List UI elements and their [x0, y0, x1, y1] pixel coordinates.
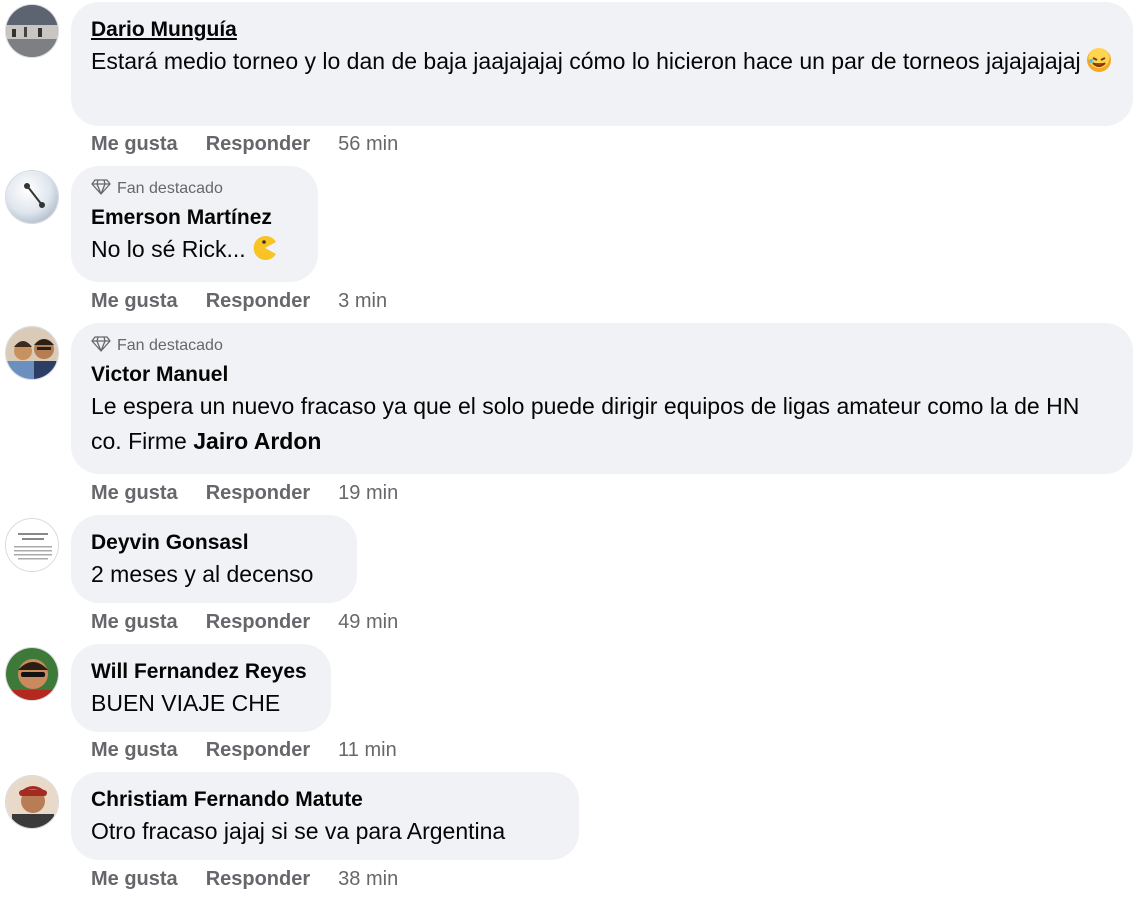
like-button[interactable]: Me gusta — [91, 482, 178, 505]
comment-bubble: Christiam Fernando Matute Otro fracaso j… — [71, 772, 579, 860]
comment-actions: Me gusta Responder 56 min — [91, 130, 398, 158]
comment-text: 2 meses y al decenso — [91, 561, 314, 587]
comment-author[interactable]: Deyvin Gonsasl — [91, 529, 337, 557]
comment-time[interactable]: 3 min — [338, 290, 387, 313]
comment-bubble: Dario Munguía Estará medio torneo y lo d… — [71, 2, 1133, 126]
comment-author[interactable]: Will Fernandez Reyes — [91, 658, 311, 686]
avatar[interactable] — [5, 170, 59, 224]
comment-text: Otro fracaso jajaj si se va para Argenti… — [91, 818, 506, 844]
reply-button[interactable]: Responder — [206, 133, 310, 156]
avatar[interactable] — [5, 518, 59, 572]
top-fan-label: Fan destacado — [117, 337, 223, 354]
top-fan-label: Fan destacado — [117, 180, 223, 197]
comment-text: Le espera un nuevo fracaso ya que el sol… — [91, 393, 1080, 454]
comment-time[interactable]: 56 min — [338, 133, 398, 156]
comment-bubble: Deyvin Gonsasl 2 meses y al decenso — [71, 515, 357, 603]
comment-bubble: Fan destacado Emerson Martínez No lo sé … — [71, 166, 318, 282]
comment-actions: Me gusta Responder 3 min — [91, 287, 387, 315]
comment-author[interactable]: Emerson Martínez — [91, 204, 298, 232]
diamond-icon — [91, 178, 111, 200]
comment-author[interactable]: Victor Manuel — [91, 361, 1113, 389]
like-button[interactable]: Me gusta — [91, 611, 178, 634]
like-button[interactable]: Me gusta — [91, 133, 178, 156]
comment-time[interactable]: 19 min — [338, 482, 398, 505]
avatar[interactable] — [5, 775, 59, 829]
reply-button[interactable]: Responder — [206, 868, 310, 891]
diamond-icon — [91, 335, 111, 357]
pacman-emoji — [252, 235, 276, 260]
like-button[interactable]: Me gusta — [91, 290, 178, 313]
comment-text: Estará medio torneo y lo dan de baja jaa… — [91, 44, 1113, 79]
avatar[interactable] — [5, 4, 59, 58]
comment-author[interactable]: Christiam Fernando Matute — [91, 786, 559, 814]
like-button[interactable]: Me gusta — [91, 739, 178, 762]
comment-time[interactable]: 38 min — [338, 868, 398, 891]
reply-button[interactable]: Responder — [206, 739, 310, 762]
comment-text: No lo sé Rick... — [91, 232, 298, 267]
like-button[interactable]: Me gusta — [91, 868, 178, 891]
reply-button[interactable]: Responder — [206, 611, 310, 634]
mention-link[interactable]: Jairo Ardon — [193, 428, 321, 454]
avatar[interactable] — [5, 647, 59, 701]
avatar[interactable] — [5, 326, 59, 380]
rolling-on-floor-laughing-emoji — [1086, 48, 1111, 72]
comment-actions: Me gusta Responder 49 min — [91, 608, 398, 636]
top-fan-badge: Fan destacado — [91, 178, 298, 200]
comment-text: BUEN VIAJE CHE — [91, 690, 281, 716]
comment-bubble: Fan destacado Victor Manuel Le espera un… — [71, 323, 1133, 474]
top-fan-badge: Fan destacado — [91, 335, 1113, 357]
reply-button[interactable]: Responder — [206, 482, 310, 505]
comment-time[interactable]: 11 min — [338, 739, 397, 762]
reply-button[interactable]: Responder — [206, 290, 310, 313]
comment-author[interactable]: Dario Munguía — [91, 16, 1113, 44]
comment-actions: Me gusta Responder 19 min — [91, 479, 398, 507]
comment-actions: Me gusta Responder 11 min — [91, 736, 397, 764]
comment-actions: Me gusta Responder 38 min — [91, 865, 398, 893]
comment-time[interactable]: 49 min — [338, 611, 398, 634]
comment-bubble: Will Fernandez Reyes BUEN VIAJE CHE — [71, 644, 331, 732]
